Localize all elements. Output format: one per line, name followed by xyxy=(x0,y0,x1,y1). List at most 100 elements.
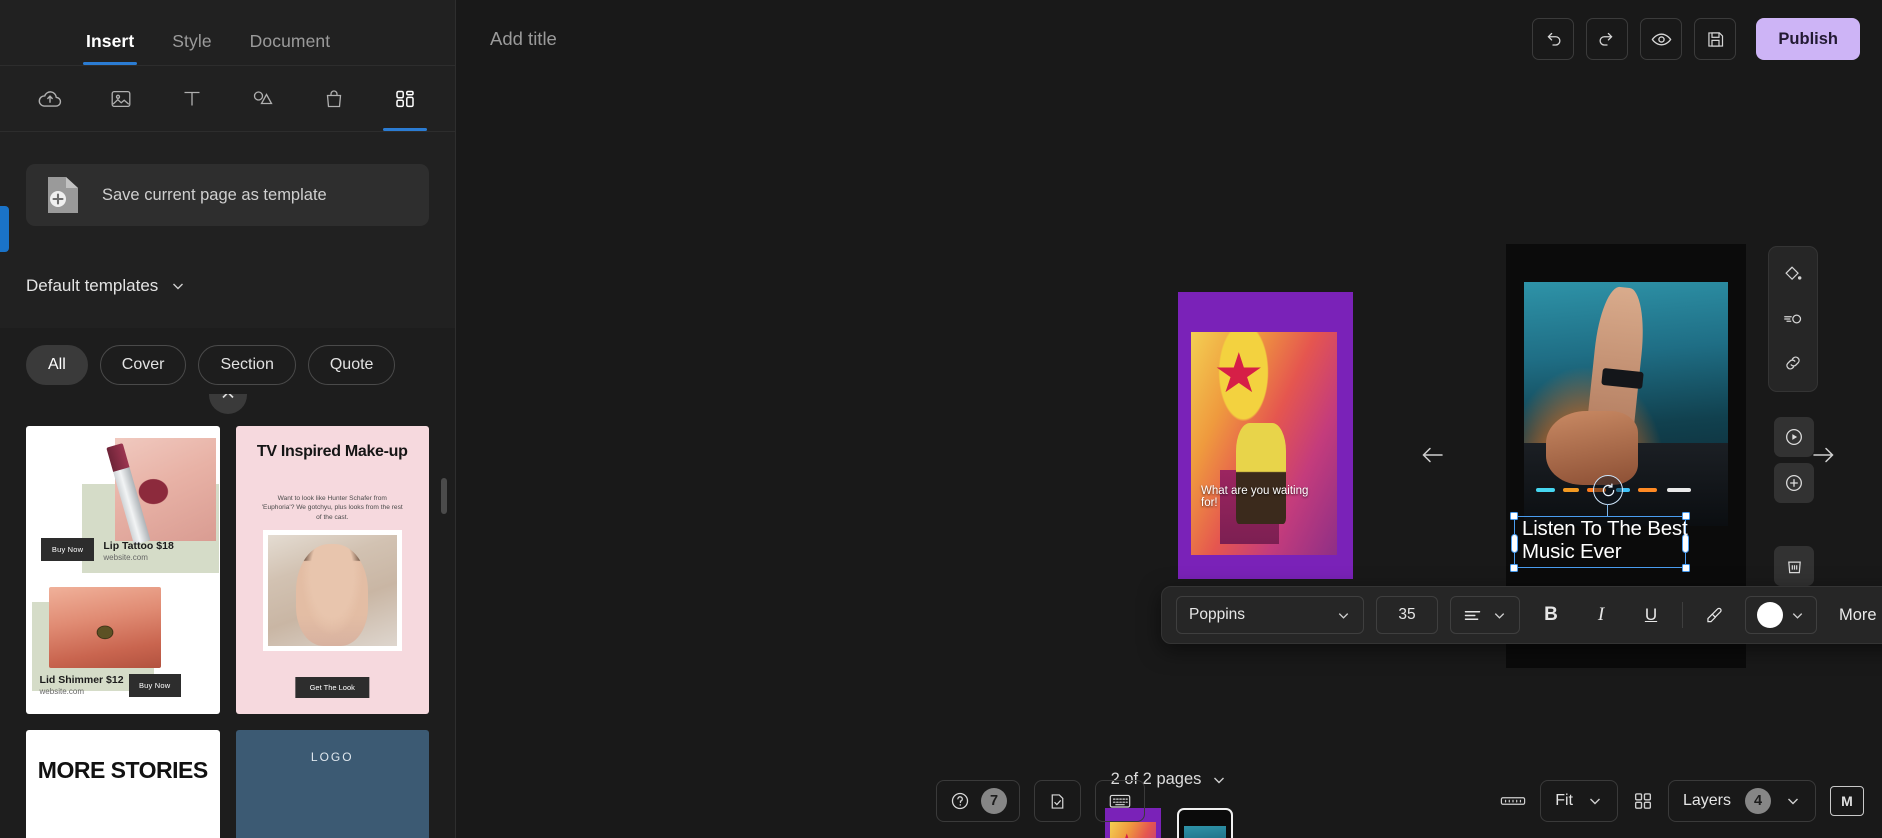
bag-icon[interactable] xyxy=(299,66,370,131)
rotate-handle[interactable] xyxy=(1593,475,1623,505)
help-badge-count: 7 xyxy=(981,788,1007,814)
selection-handle-tl[interactable] xyxy=(1510,512,1518,520)
document-title-input[interactable]: Add title xyxy=(490,28,1520,50)
image-icon[interactable] xyxy=(85,66,156,131)
ruler-icon[interactable] xyxy=(1500,794,1526,808)
fill-color-icon[interactable] xyxy=(1773,255,1813,295)
template-list: Buy Now Lip Tattoo $18 website.com Lid S… xyxy=(0,394,455,838)
layers-select[interactable]: Layers 4 xyxy=(1667,780,1816,822)
default-templates-dropdown[interactable]: Default templates xyxy=(0,244,455,328)
default-templates-label: Default templates xyxy=(26,276,159,295)
previous-page-arrow-icon[interactable] xyxy=(1411,433,1455,477)
help-button[interactable]: 7 xyxy=(936,780,1020,822)
font-size-input[interactable]: 35 xyxy=(1376,596,1438,634)
preview-button[interactable] xyxy=(1640,18,1683,60)
selection-handle-br[interactable] xyxy=(1682,564,1690,572)
left-sidebar: Insert Style Document Save current page … xyxy=(0,0,456,838)
eyedropper-icon[interactable] xyxy=(1695,596,1733,634)
selected-text-element[interactable]: Listen To The Best Music Ever xyxy=(1522,517,1698,563)
tab-style[interactable]: Style xyxy=(172,31,211,65)
bottom-left-controls: 7 xyxy=(936,780,1145,822)
tab-insert[interactable]: Insert xyxy=(82,31,138,65)
template-get-the-look-button: Get The Look xyxy=(295,677,369,699)
template-card-more-stories[interactable]: MORE STORIES xyxy=(26,730,220,838)
italic-button[interactable]: I xyxy=(1582,596,1620,634)
chevron-down-icon xyxy=(1211,772,1227,788)
template-product-2-name: Lid Shimmer $12 xyxy=(39,673,124,686)
page-check-icon xyxy=(1047,791,1068,812)
minimap-button[interactable]: M xyxy=(1830,786,1864,816)
save-current-page-as-template-button[interactable]: Save current page as template xyxy=(26,164,429,226)
font-family-value: Poppins xyxy=(1189,606,1246,623)
upload-cloud-icon[interactable] xyxy=(14,66,85,131)
template-tv-photo xyxy=(262,529,402,651)
redo-button[interactable] xyxy=(1586,18,1629,60)
filter-chip-quote[interactable]: Quote xyxy=(307,345,396,385)
bottom-right-controls: Fit Layers 4 M xyxy=(1500,780,1864,822)
shapes-icon[interactable] xyxy=(228,66,299,131)
more-options-button[interactable]: More xyxy=(1829,606,1882,625)
canvas-page-previous[interactable]: What are you waiting for! xyxy=(1178,292,1353,579)
template-product-1-name: Lip Tattoo $18 xyxy=(103,539,174,552)
zoom-level-value: Fit xyxy=(1555,792,1573,809)
app-root: Insert Style Document Save current page … xyxy=(0,0,1882,838)
underline-button[interactable]: U xyxy=(1632,596,1670,634)
keyboard-shortcuts-button[interactable] xyxy=(1095,780,1145,822)
filter-chip-all[interactable]: All xyxy=(26,345,88,385)
selection-handle-bl[interactable] xyxy=(1510,564,1518,572)
undo-button[interactable] xyxy=(1532,18,1575,60)
element-tool-rail xyxy=(1768,246,1818,392)
template-card-logo[interactable]: LOGO xyxy=(235,730,429,838)
eye-photo xyxy=(49,587,162,668)
chevron-down-icon xyxy=(1587,793,1603,809)
template-product-2-site: website.com xyxy=(39,686,84,696)
template-card-makeup-products[interactable]: Buy Now Lip Tattoo $18 website.com Lid S… xyxy=(26,426,220,714)
animation-icon[interactable] xyxy=(1773,299,1813,339)
font-size-value: 35 xyxy=(1398,606,1416,623)
save-template-label: Save current page as template xyxy=(102,185,327,204)
template-buy-now-button-1: Buy Now xyxy=(41,538,94,562)
text-icon[interactable] xyxy=(156,66,227,131)
tab-document[interactable]: Document xyxy=(250,31,331,65)
template-tv-body: Want to look like Hunter Schafer from 'E… xyxy=(261,494,403,521)
filter-chip-section[interactable]: Section xyxy=(198,345,296,385)
delete-icon[interactable] xyxy=(1774,546,1814,586)
play-icon[interactable] xyxy=(1774,417,1814,457)
main-area: Add title Publish What are you waiting f… xyxy=(456,0,1882,838)
text-format-toolbar: Poppins 35 B I U More xyxy=(1161,586,1882,644)
keyboard-icon xyxy=(1108,791,1132,811)
chevron-down-icon xyxy=(1336,608,1351,623)
selection-handle-left[interactable] xyxy=(1511,534,1518,553)
bold-button[interactable]: B xyxy=(1532,596,1570,634)
canvas: What are you waiting for! Listen To The … xyxy=(456,78,1882,838)
template-filter-chips: All Cover Section Quote xyxy=(0,328,455,394)
publish-button[interactable]: Publish xyxy=(1756,18,1860,60)
page-1-caption: What are you waiting for! xyxy=(1201,485,1309,509)
template-product-1-site: website.com xyxy=(103,552,148,562)
filter-chip-cover[interactable]: Cover xyxy=(99,345,187,385)
checklist-button[interactable] xyxy=(1034,780,1081,822)
page-thumbnail-2[interactable]: Behind the Scenes xyxy=(1177,808,1233,838)
grid-view-icon[interactable] xyxy=(1632,790,1654,812)
link-icon[interactable] xyxy=(1773,343,1813,383)
text-color-picker[interactable] xyxy=(1745,596,1817,634)
sidebar-tabs: Insert Style Document xyxy=(0,0,455,66)
text-align-select[interactable] xyxy=(1450,596,1520,634)
zoom-level-select[interactable]: Fit xyxy=(1540,780,1618,822)
font-family-select[interactable]: Poppins xyxy=(1176,596,1364,634)
layers-label: Layers xyxy=(1682,792,1731,809)
save-button[interactable] xyxy=(1694,18,1737,60)
sidebar-collapse-handle[interactable] xyxy=(0,206,9,252)
chevron-down-icon xyxy=(1492,608,1507,623)
chevron-down-icon xyxy=(1790,608,1805,623)
insert-icon-row xyxy=(0,66,455,132)
template-logo-heading: LOGO xyxy=(310,750,354,765)
templates-grid-icon[interactable] xyxy=(370,66,441,131)
chevron-down-icon xyxy=(1785,793,1801,809)
sidebar-scrollbar[interactable] xyxy=(441,478,447,514)
add-icon[interactable] xyxy=(1774,463,1814,503)
top-bar: Add title Publish xyxy=(456,0,1882,78)
template-buy-now-button-2: Buy Now xyxy=(128,673,181,697)
template-card-tv-inspired[interactable]: TV Inspired Make-up Want to look like Hu… xyxy=(235,426,429,714)
star-shape xyxy=(1216,352,1261,393)
